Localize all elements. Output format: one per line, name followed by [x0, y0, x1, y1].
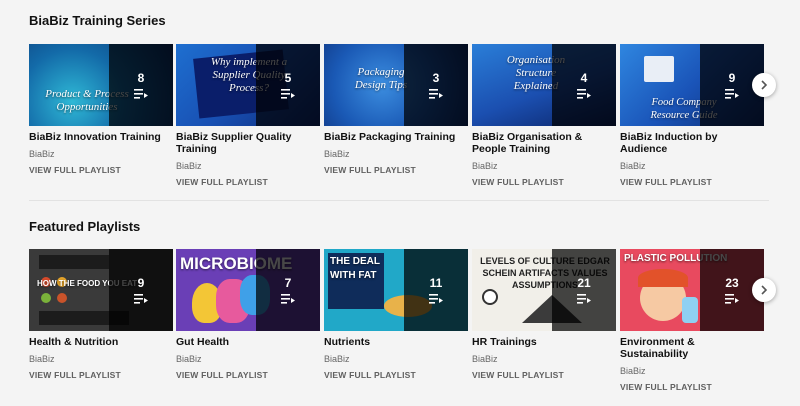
channel-name[interactable]: BiaBiz	[620, 161, 764, 171]
playlist-icon	[577, 89, 591, 99]
video-count: 5	[284, 71, 292, 85]
playlist-thumbnail[interactable]: Why implement a Supplier Quality Process…	[176, 44, 320, 126]
playlist-icon	[429, 294, 443, 304]
view-full-playlist-link[interactable]: VIEW FULL PLAYLIST	[472, 177, 616, 187]
channel-name[interactable]: BiaBiz	[176, 354, 320, 364]
chevron-right-icon	[760, 285, 768, 295]
playlist-icon	[134, 294, 148, 304]
video-count: 21	[577, 276, 591, 290]
playlist-title[interactable]: BiaBiz Supplier Quality Training	[176, 131, 320, 155]
chevron-right-icon	[760, 80, 768, 90]
playlist-card[interactable]: Why implement a Supplier Quality Process…	[176, 44, 320, 187]
playlist-title[interactable]: Environment & Sustainability	[620, 336, 764, 360]
video-count: 8	[137, 71, 145, 85]
section-title-training-series: BiaBiz Training Series	[29, 13, 166, 28]
playlist-card[interactable]: Organisation Structure Explained 4 BiaBi…	[472, 44, 616, 187]
video-count: 4	[580, 71, 588, 85]
channel-name[interactable]: BiaBiz	[620, 366, 764, 376]
playlist-card[interactable]: THE DEAL WITH FAT 11 Nutrients BiaBiz VI…	[324, 249, 468, 380]
channel-name[interactable]: BiaBiz	[29, 354, 173, 364]
channel-name[interactable]: BiaBiz	[472, 161, 616, 171]
playlist-card[interactable]: Product & Process Opportunities 8 BiaBiz…	[29, 44, 173, 175]
playlist-count-overlay: 4	[552, 44, 616, 126]
playlist-icon	[725, 294, 739, 304]
playlist-title[interactable]: BiaBiz Packaging Training	[324, 131, 468, 143]
playlist-card[interactable]: HOW THE FOOD YOU EAT AFFECTS YOUR BRAIN …	[29, 249, 173, 380]
playlist-count-overlay: 5	[256, 44, 320, 126]
playlist-count-overlay: 7	[256, 249, 320, 331]
playlist-thumbnail[interactable]: HOW THE FOOD YOU EAT AFFECTS YOUR BRAIN …	[29, 249, 173, 331]
playlist-icon	[577, 294, 591, 304]
playlist-icon	[281, 294, 295, 304]
view-full-playlist-link[interactable]: VIEW FULL PLAYLIST	[324, 165, 468, 175]
playlist-thumbnail[interactable]: LEVELS OF CULTURE EDGAR SCHEIN ARTIFACTS…	[472, 249, 616, 331]
channel-name[interactable]: BiaBiz	[324, 149, 468, 159]
playlist-title[interactable]: Nutrients	[324, 336, 468, 348]
playlist-thumbnail[interactable]: Product & Process Opportunities 8	[29, 44, 173, 126]
playlist-icon	[429, 89, 443, 99]
video-count: 7	[284, 276, 292, 290]
view-full-playlist-link[interactable]: VIEW FULL PLAYLIST	[472, 370, 616, 380]
playlist-card[interactable]: PLASTIC POLLUTION 23 Environment & Susta…	[620, 249, 764, 392]
view-full-playlist-link[interactable]: VIEW FULL PLAYLIST	[324, 370, 468, 380]
next-button-training-series[interactable]	[752, 73, 776, 97]
channel-name[interactable]: BiaBiz	[29, 149, 173, 159]
view-full-playlist-link[interactable]: VIEW FULL PLAYLIST	[29, 165, 173, 175]
video-count: 9	[728, 71, 736, 85]
playlist-thumbnail[interactable]: THE DEAL WITH FAT 11	[324, 249, 468, 331]
channel-name[interactable]: BiaBiz	[324, 354, 468, 364]
video-count: 23	[725, 276, 739, 290]
playlist-icon	[281, 89, 295, 99]
playlist-title[interactable]: HR Trainings	[472, 336, 616, 348]
view-full-playlist-link[interactable]: VIEW FULL PLAYLIST	[29, 370, 173, 380]
thumbnail-art-text: THE DEAL WITH FAT	[330, 256, 380, 281]
playlist-title[interactable]: BiaBiz Innovation Training	[29, 131, 173, 143]
playlist-title[interactable]: Gut Health	[176, 336, 320, 348]
channel-name[interactable]: BiaBiz	[472, 354, 616, 364]
playlist-count-overlay: 21	[552, 249, 616, 331]
playlist-thumbnail[interactable]: MICROBIOME 7	[176, 249, 320, 331]
playlist-thumbnail[interactable]: PLASTIC POLLUTION 23	[620, 249, 764, 331]
playlist-thumbnail[interactable]: Organisation Structure Explained 4	[472, 44, 616, 126]
section-divider	[29, 200, 769, 201]
video-count: 9	[137, 276, 145, 290]
view-full-playlist-link[interactable]: VIEW FULL PLAYLIST	[176, 370, 320, 380]
view-full-playlist-link[interactable]: VIEW FULL PLAYLIST	[620, 382, 764, 392]
playlist-card[interactable]: LEVELS OF CULTURE EDGAR SCHEIN ARTIFACTS…	[472, 249, 616, 380]
playlist-card[interactable]: Food Company Resource Guide 9 BiaBiz Ind…	[620, 44, 764, 187]
channel-name[interactable]: BiaBiz	[176, 161, 320, 171]
playlist-count-overlay: 11	[404, 249, 468, 331]
playlist-icon	[725, 89, 739, 99]
playlist-title[interactable]: Health & Nutrition	[29, 336, 173, 348]
playlist-card[interactable]: Packaging Design Tips 3 BiaBiz Packaging…	[324, 44, 468, 175]
playlist-title[interactable]: BiaBiz Induction by Audience	[620, 131, 764, 155]
section-title-featured-playlists: Featured Playlists	[29, 219, 141, 234]
view-full-playlist-link[interactable]: VIEW FULL PLAYLIST	[176, 177, 320, 187]
playlist-thumbnail[interactable]: Food Company Resource Guide 9	[620, 44, 764, 126]
video-count: 3	[432, 71, 440, 85]
view-full-playlist-link[interactable]: VIEW FULL PLAYLIST	[620, 177, 764, 187]
playlist-thumbnail[interactable]: Packaging Design Tips 3	[324, 44, 468, 126]
playlist-title[interactable]: BiaBiz Organisation & People Training	[472, 131, 616, 155]
next-button-featured[interactable]	[752, 278, 776, 302]
playlist-card[interactable]: MICROBIOME 7 Gut Health BiaBiz VIEW FULL…	[176, 249, 320, 380]
playlist-count-overlay: 3	[404, 44, 468, 126]
video-count: 11	[429, 276, 443, 290]
playlist-icon	[134, 89, 148, 99]
playlist-count-overlay: 9	[109, 249, 173, 331]
playlist-count-overlay: 8	[109, 44, 173, 126]
